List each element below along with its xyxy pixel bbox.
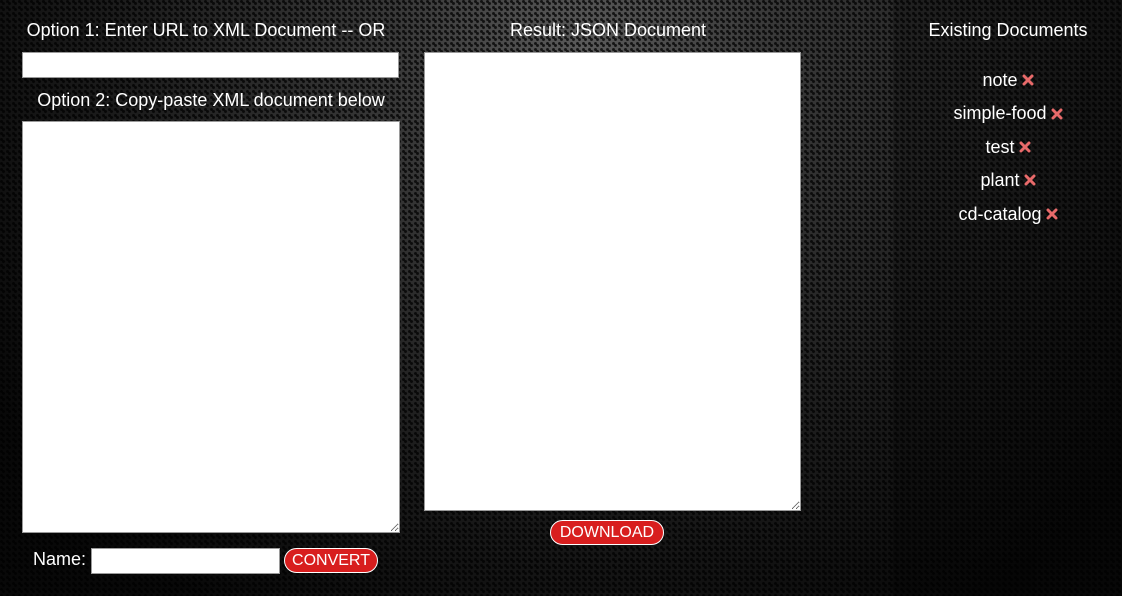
name-label: Name: [33, 549, 87, 569]
x-icon[interactable] [1022, 68, 1034, 92]
download-button[interactable]: DOWNLOAD [550, 520, 664, 545]
document-link-cd-catalog[interactable]: cd-catalog [958, 204, 1041, 224]
name-input[interactable] [91, 548, 280, 574]
result-heading: Result: JSON Document [509, 20, 707, 40]
option2-heading: Option 2: Copy-paste XML document below [37, 90, 385, 110]
existing-documents-heading: Existing Documents [928, 20, 1088, 40]
x-icon[interactable] [1019, 135, 1031, 159]
option1-heading: Option 1: Enter URL to XML Document -- O… [26, 20, 386, 40]
document-link-plant[interactable]: plant [980, 170, 1019, 190]
document-item: cd-catalog [895, 202, 1121, 235]
x-icon[interactable] [1024, 168, 1036, 192]
existing-documents-list: note simple-food test plant cd-catalog [895, 68, 1121, 235]
x-icon[interactable] [1046, 202, 1058, 226]
document-link-test[interactable]: test [985, 137, 1014, 157]
document-item: note [895, 68, 1121, 101]
json-textarea[interactable] [424, 52, 801, 511]
document-item: plant [895, 168, 1121, 201]
document-link-note[interactable]: note [982, 70, 1017, 90]
x-icon[interactable] [1051, 102, 1063, 126]
url-input[interactable] [22, 52, 399, 78]
document-item: test [895, 135, 1121, 168]
convert-button[interactable]: CONVERT [284, 548, 378, 573]
document-item: simple-food [895, 101, 1121, 134]
xml-textarea[interactable] [22, 121, 400, 533]
document-link-simple-food[interactable]: simple-food [953, 103, 1046, 123]
